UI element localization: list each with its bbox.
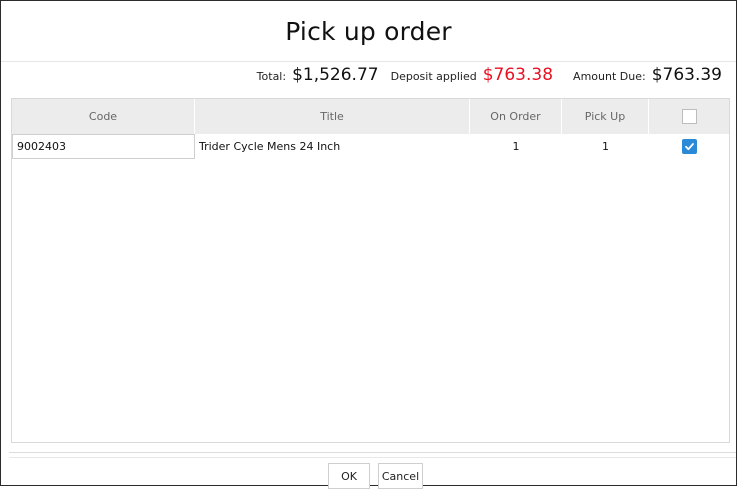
checkmark-icon [684,143,694,151]
column-header-select [649,99,729,134]
grid-header: Code Title On Order Pick Up [12,99,729,134]
cancel-button[interactable]: Cancel [378,463,423,489]
column-header-on-order[interactable]: On Order [470,99,562,134]
order-totals: Total: $1,526.77 Deposit applied $763.38… [257,65,728,93]
pick-up-cell[interactable]: 1 [562,134,649,159]
total-label: Total: [256,70,287,83]
amount-due-label: Amount Due: [573,70,646,83]
footer-divider [9,457,736,458]
column-header-title[interactable]: Title [195,99,470,134]
deposit-label: Deposit applied [390,70,477,83]
on-order-cell: 1 [512,140,520,153]
total-value: $1,526.77 [292,65,379,85]
code-cell[interactable]: 9002403 [12,134,195,159]
ok-button[interactable]: OK [328,463,370,489]
pick-up-order-dialog: Pick up order Total: $1,526.77 Deposit a… [0,0,737,489]
dialog-title: Pick up order [285,16,452,46]
row-select-checkbox[interactable] [681,139,697,154]
select-cell [649,134,729,159]
column-header-code[interactable]: Code [12,99,195,134]
amount-due-value: $763.39 [651,65,722,85]
column-header-pick-up[interactable]: Pick Up [562,99,649,134]
deposit-value: $763.38 [482,65,554,85]
title-cell: Trider Cycle Mens 24 Inch [199,140,341,153]
order-items-grid[interactable]: Code Title On Order Pick Up 9002403 Trid… [11,98,730,443]
dialog-title-bar: Pick up order [1,1,736,62]
footer-divider [9,452,736,453]
select-all-checkbox[interactable] [681,109,697,124]
table-row[interactable]: 9002403 Trider Cycle Mens 24 Inch 1 1 [12,134,729,159]
